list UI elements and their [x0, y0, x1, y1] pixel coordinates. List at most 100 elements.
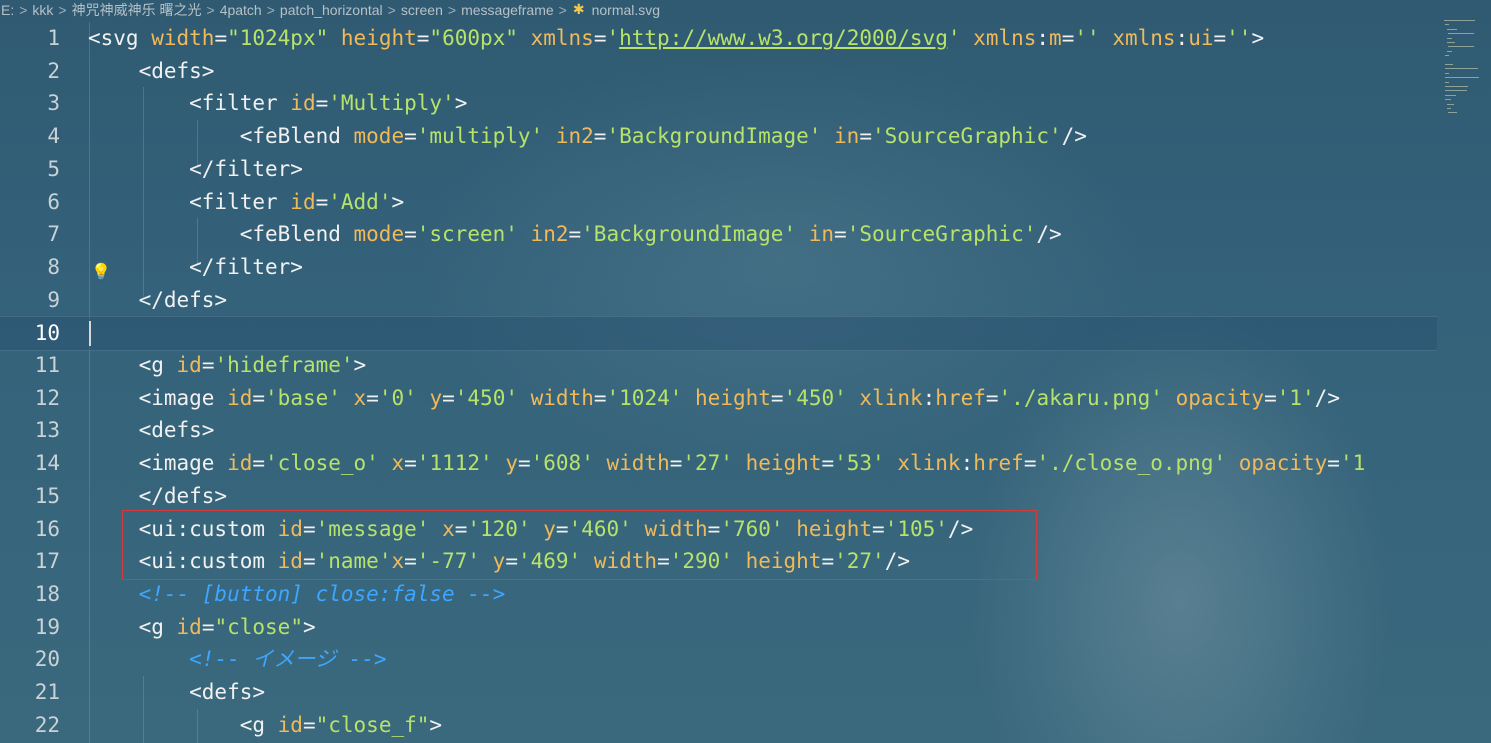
token-val: '450': [783, 385, 847, 410]
token-tag: [885, 451, 898, 475]
token-attr: y: [429, 385, 443, 410]
token-tag: <defs>: [88, 680, 266, 704]
code-line[interactable]: 5 </filter>: [0, 153, 1440, 186]
token-val: '27': [682, 451, 733, 476]
code-line[interactable]: 4 <feBlend mode='multiply' in2='Backgrou…: [0, 120, 1440, 153]
token-attr: width: [530, 385, 594, 410]
chevron-right-icon: >: [266, 1, 275, 18]
token-tag: =: [252, 385, 266, 410]
code-line[interactable]: 11 <g id='hideframe'>: [0, 349, 1440, 382]
code-text: </filter>: [88, 153, 303, 186]
line-number: 4: [47, 124, 60, 149]
minimap-line: [1445, 99, 1452, 101]
code-line[interactable]: 21 <defs>: [0, 676, 1440, 709]
token-val: 'close_o': [265, 451, 379, 476]
code-text: </filter>: [88, 251, 303, 284]
token-tag: =: [366, 385, 379, 410]
lightbulb-icon[interactable]: 💡: [91, 262, 111, 281]
code-text: <svg width="1024px" height="600px" xmlns…: [88, 22, 1264, 55]
token-tag: <svg: [88, 26, 152, 50]
code-line[interactable]: 6 <filter id='Add'>: [0, 186, 1440, 219]
token-val: 'SourceGraphic': [871, 124, 1062, 149]
code-line[interactable]: 20 <!-- イメージ -->: [0, 643, 1440, 676]
code-line[interactable]: 9 </defs>: [0, 284, 1440, 317]
minimap[interactable]: [1440, 18, 1491, 128]
token-tag: [682, 386, 695, 410]
breadcrumb-item[interactable]: E:: [0, 2, 15, 18]
code-line[interactable]: 8 </filter>: [0, 251, 1440, 284]
token-tag: <defs>: [88, 58, 215, 83]
line-number: 13: [34, 418, 60, 443]
token-tag: [594, 451, 607, 475]
token-val: ': [947, 26, 961, 50]
breadcrumb-item[interactable]: messageframe: [460, 2, 555, 18]
code-line[interactable]: 3 <filter id='Multiply'>: [0, 87, 1440, 120]
minimap-line: [1445, 72, 1449, 74]
token-val: '608': [530, 451, 594, 476]
token-tag: </defs>: [88, 287, 228, 312]
token-tag: =: [568, 222, 582, 247]
code-line[interactable]: 15 </defs>: [0, 480, 1440, 513]
breadcrumb-file[interactable]: normal.svg: [591, 2, 661, 18]
token-tag: [961, 26, 974, 50]
token-val: 'BackgroundImage': [581, 222, 797, 247]
token-tag: =: [669, 451, 683, 476]
token-tag: =: [1023, 451, 1037, 476]
token-tag: =: [201, 353, 215, 377]
minimap-line: [1445, 77, 1479, 79]
code-line[interactable]: 14 <image id='close_o' x='1112' y='608' …: [0, 447, 1440, 480]
code-text: </defs>: [88, 284, 228, 317]
breadcrumb-item[interactable]: 神咒神威神乐 曙之光: [71, 0, 203, 20]
code-text: <defs>: [88, 414, 215, 447]
code-line[interactable]: 1 <svg width="1024px" height="600px" xmln…: [0, 22, 1440, 55]
code-text: <feBlend mode='screen' in2='BackgroundIm…: [88, 218, 1062, 251]
token-attr: id: [227, 451, 253, 476]
token-val: "close_f": [315, 712, 430, 737]
line-number: 2: [47, 58, 60, 83]
line-number: 7: [47, 222, 60, 247]
code-line[interactable]: 10: [0, 316, 1437, 351]
breadcrumb-item[interactable]: screen: [400, 2, 444, 18]
token-attr: id: [227, 385, 253, 410]
token-tag: [417, 386, 430, 410]
token-tag: <filter: [88, 91, 291, 116]
code-editor[interactable]: 1 <svg width="1024px" height="600px" xmln…: [0, 22, 1440, 743]
token-link[interactable]: http://www.w3.org/2000/svg: [619, 26, 948, 50]
code-text: <defs>: [88, 55, 215, 88]
breadcrumb-item[interactable]: 4patch: [219, 2, 263, 18]
code-line[interactable]: 18 <!-- [button] close:false -->: [0, 578, 1440, 611]
token-val: "close": [214, 614, 303, 639]
chevron-right-icon: >: [558, 1, 567, 18]
code-line[interactable]: 13 <defs>: [0, 414, 1440, 447]
token-attr: opacity: [1175, 385, 1265, 410]
token-cmt: <!-- イメージ -->: [189, 647, 387, 672]
token-attr: m: [1049, 26, 1062, 50]
token-tag: =: [593, 124, 607, 149]
token-val: 'Add': [328, 189, 392, 214]
token-attr: ui: [1188, 26, 1214, 50]
breadcrumb-item[interactable]: patch_horizontal: [279, 2, 384, 18]
code-line[interactable]: 12 <image id='base' x='0' y='450' width=…: [0, 382, 1440, 415]
code-line[interactable]: 2 <defs>: [0, 55, 1440, 88]
token-val: '': [1074, 26, 1100, 50]
code-line[interactable]: 19 <g id="close">: [0, 611, 1440, 644]
chevron-right-icon: >: [19, 1, 28, 18]
token-tag: =: [252, 451, 266, 476]
breadcrumb-item[interactable]: kkk: [31, 2, 54, 18]
token-tag: =: [416, 26, 430, 50]
line-number: 3: [47, 91, 60, 116]
token-tag: <image: [88, 385, 228, 410]
token-tag: =: [404, 222, 417, 247]
token-tag: [341, 386, 354, 410]
token-tag: =: [214, 26, 228, 50]
code-text: <g id="close">: [88, 611, 316, 644]
minimap-line: [1446, 28, 1457, 30]
code-line[interactable]: 22 <g id="close_f">: [0, 709, 1440, 742]
token-tag: =: [1327, 451, 1340, 476]
token-val: ': [606, 26, 620, 50]
token-tag: [88, 582, 139, 606]
token-val: './akaru.png': [998, 385, 1163, 410]
token-attr: x: [391, 451, 405, 476]
token-tag: [379, 451, 392, 475]
code-line[interactable]: 7 <feBlend mode='screen' in2='Background…: [0, 218, 1440, 251]
